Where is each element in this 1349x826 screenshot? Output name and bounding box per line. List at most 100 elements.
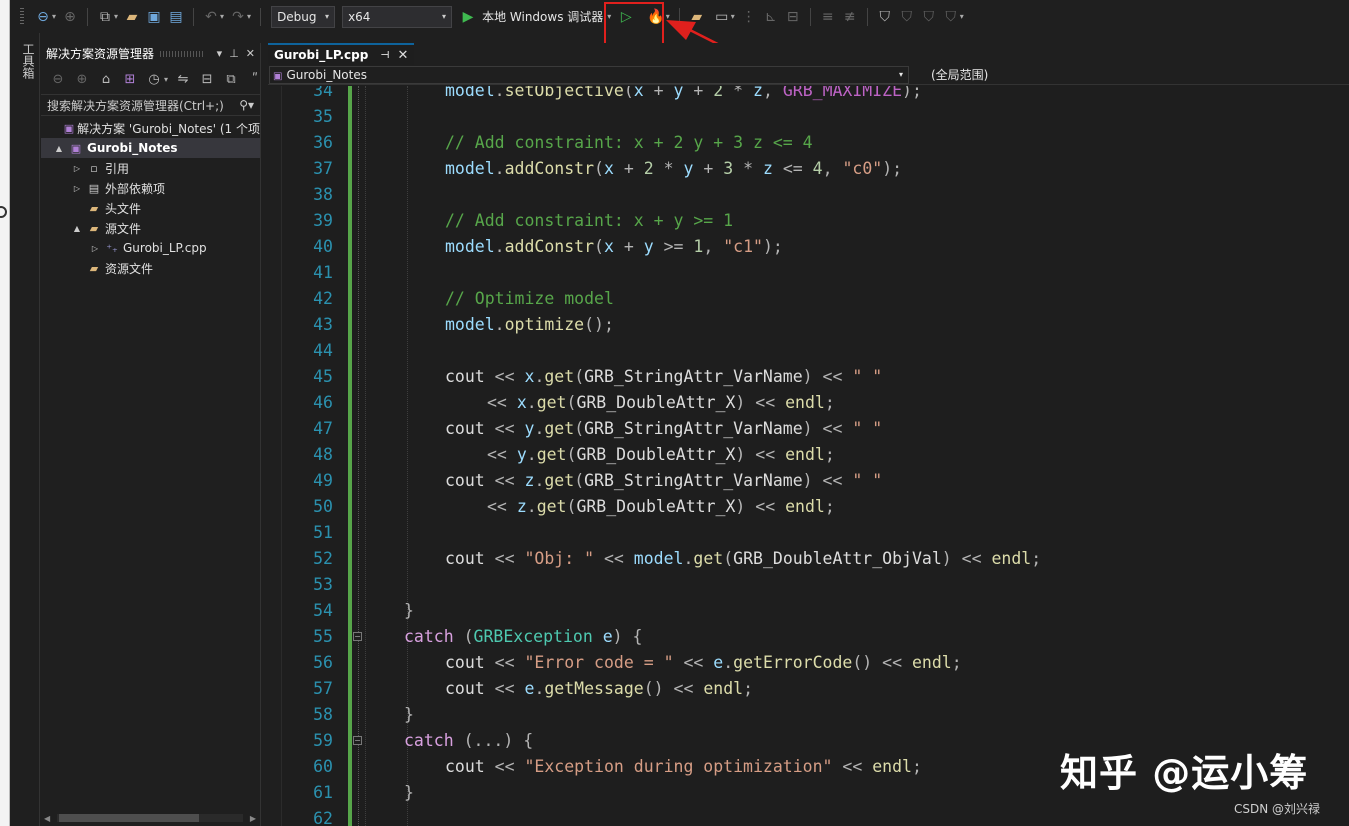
code-line[interactable]: 62 (268, 806, 1349, 826)
code-line[interactable]: 38 (268, 182, 1349, 208)
switch-views-icon[interactable]: ⊞ (122, 69, 138, 89)
code-line[interactable]: 48 << y.get(GRB_DoubleAttr_X) << endl; (268, 442, 1349, 468)
code-line[interactable]: 58} (268, 702, 1349, 728)
code-token: << (812, 471, 853, 490)
tree-item[interactable]: ▰ 头文件 (41, 198, 260, 218)
solution-platform-select[interactable]: x64 ▾ (342, 5, 453, 28)
expander-icon[interactable]: ▷ (71, 164, 83, 173)
scroll-left-icon[interactable]: ◀ (44, 814, 50, 823)
horizontal-scrollbar[interactable]: ◀ ▶ (41, 812, 259, 824)
new-project-dropdown-icon[interactable]: ▾ (114, 12, 118, 21)
code-line[interactable]: 44 (268, 338, 1349, 364)
toolbar-grip[interactable] (20, 7, 24, 26)
code-token: GRB_DoubleAttr_X (576, 497, 736, 516)
tree-item[interactable]: ▰ 资源文件 (41, 258, 260, 278)
code-line[interactable]: 35 (268, 104, 1349, 130)
code-line[interactable]: 53 (268, 572, 1349, 598)
forward-icon[interactable]: ⊕ (74, 69, 90, 89)
save-all-icon[interactable]: ▤ (168, 7, 184, 27)
expander-icon[interactable]: ▲ (53, 144, 65, 153)
code-line[interactable]: 41 (268, 260, 1349, 286)
scroll-right-icon[interactable]: ▶ (250, 814, 256, 823)
open-file-icon[interactable]: ▰ (124, 7, 140, 27)
close-tab-icon[interactable]: ✕ (398, 48, 409, 63)
pin-icon[interactable]: ⊥ (229, 47, 239, 60)
solution-configuration-select[interactable]: Debug ▾ (271, 5, 336, 28)
scroll-thumb[interactable] (59, 814, 199, 822)
tree-item[interactable]: ▲ ▰ 源文件 (41, 218, 260, 238)
start-debugging-button-label[interactable]: 本地 Windows 调试器 (482, 8, 603, 25)
collapse-all-icon[interactable]: ⊟ (199, 69, 215, 89)
expander-icon[interactable]: ▲ (71, 224, 83, 233)
panel-grip[interactable] (160, 50, 204, 57)
tree-item[interactable]: ▲ ▣ Gurobi_Notes (41, 138, 260, 158)
code-line[interactable]: 52 cout << "Obj: " << model.get(GRB_Doubl… (268, 546, 1349, 572)
code-line[interactable]: 51 (268, 520, 1349, 546)
code-token: optimize (504, 315, 585, 334)
project-dropdown[interactable]: ▣ Gurobi_Notes ▾ (269, 65, 909, 84)
code-line[interactable]: 54} (268, 598, 1349, 624)
code-line[interactable]: 46 << x.get(GRB_DoubleAttr_X) << endl; (268, 390, 1349, 416)
circle-glyph (0, 206, 7, 218)
properties-icon[interactable]: ʺ (247, 69, 263, 89)
redo-dropdown-icon[interactable]: ▾ (247, 12, 251, 21)
code-line[interactable]: 36 // Add constraint: x + 2 y + 3 z <= 4 (268, 130, 1349, 156)
tab-gurobi-lp-cpp[interactable]: Gurobi_LP.cpp ⊣ ✕ (268, 43, 415, 65)
back-icon[interactable]: ⊖ (50, 69, 66, 89)
tree-item[interactable]: ▷ ▫ 引用 (41, 158, 260, 178)
code-line[interactable]: 40 model.addConstr(x + y >= 1, "c1"); (268, 234, 1349, 260)
code-line[interactable]: 49 cout << z.get(GRB_StringAttr_VarName) … (268, 468, 1349, 494)
navigate-back-icon[interactable]: ⊖ (35, 7, 51, 27)
back-dropdown-icon[interactable]: ▾ (52, 12, 56, 21)
code-line[interactable]: 37 model.addConstr(x + 2 * y + 3 * z <= 4… (268, 156, 1349, 182)
code-token: " " (852, 471, 883, 490)
code-line[interactable]: 56 cout << "Error code = " << e.getErrorC… (268, 650, 1349, 676)
scope-dropdown[interactable]: (全局范围) (931, 66, 988, 83)
toolbox-tab[interactable]: 工具箱 (20, 43, 37, 79)
code-text: // Add constraint: x + 2 y + 3 z <= 4 (445, 130, 813, 156)
code-token: ) (802, 367, 813, 386)
configuration-value: Debug (277, 9, 317, 24)
code-line[interactable]: 43 model.optimize(); (268, 312, 1349, 338)
tree-item[interactable]: ▷ ⁺₊ Gurobi_LP.cpp (41, 238, 260, 258)
code-line[interactable]: 34 model.setObjective(x + y + 2 * z, GRB_… (268, 86, 1349, 104)
close-icon[interactable]: ✕ (246, 47, 255, 60)
redo-icon[interactable]: ↷ (230, 7, 246, 27)
start-debugging-icon[interactable]: ▶ (460, 7, 476, 27)
undo-icon[interactable]: ↶ (203, 7, 219, 27)
collapse-block-icon[interactable]: − (353, 736, 362, 745)
navigate-forward-icon[interactable]: ⊕ (62, 7, 78, 27)
code-line[interactable]: 55 − catch (GRBException e) { (268, 624, 1349, 650)
home-icon[interactable]: ⌂ (98, 69, 114, 89)
code-line[interactable]: 39 // Add constraint: x + y >= 1 (268, 208, 1349, 234)
code-line[interactable]: 47 cout << y.get(GRB_StringAttr_VarName) … (268, 416, 1349, 442)
toolbar-overflow-icon[interactable]: ▾ (960, 12, 964, 21)
search-icon[interactable]: ⚲▾ (239, 98, 254, 112)
new-project-icon[interactable]: ⧉ (97, 7, 113, 27)
pending-changes-icon[interactable]: ◷ (146, 69, 162, 89)
expander-icon[interactable]: ▷ (71, 184, 83, 193)
code-line[interactable]: 42 // Optimize model (268, 286, 1349, 312)
sync-icon[interactable]: ⇋ (175, 69, 191, 89)
pending-changes-dropdown-icon[interactable]: ▾ (164, 75, 168, 84)
code-token: ( (723, 549, 734, 568)
window-position-icon[interactable]: ▾ (217, 47, 223, 60)
line-number: 62 (313, 809, 333, 826)
solution-explorer-search[interactable]: 搜索解决方案资源管理器(Ctrl+;) ⚲▾ (41, 94, 260, 116)
code-line[interactable]: 45 cout << x.get(GRB_StringAttr_VarName) … (268, 364, 1349, 390)
pin-tab-icon[interactable]: ⊣ (380, 50, 389, 61)
undo-dropdown-icon[interactable]: ▾ (220, 12, 224, 21)
save-icon[interactable]: ▣ (146, 7, 162, 27)
code-view[interactable]: 34 model.setObjective(x + y + 2 * z, GRB_… (268, 86, 1349, 826)
code-token: ; (743, 679, 754, 698)
expander-icon[interactable]: ▷ (89, 244, 101, 253)
show-all-files-icon[interactable]: ⧉ (223, 69, 239, 89)
tree-item[interactable]: ▣ 解决方案 'Gurobi_Notes' (1 个项 (41, 118, 260, 138)
code-line[interactable]: 57 cout << e.getMessage() << endl; (268, 676, 1349, 702)
tree-item[interactable]: ▷ ▤ 外部依赖项 (41, 178, 260, 198)
toolbox-strip[interactable]: 工具箱 (10, 33, 40, 826)
code-line[interactable]: 50 << z.get(GRB_DoubleAttr_X) << endl; (268, 494, 1349, 520)
collapse-block-icon[interactable]: − (353, 632, 362, 641)
code-token: * (733, 159, 763, 178)
code-token: << (832, 757, 873, 776)
